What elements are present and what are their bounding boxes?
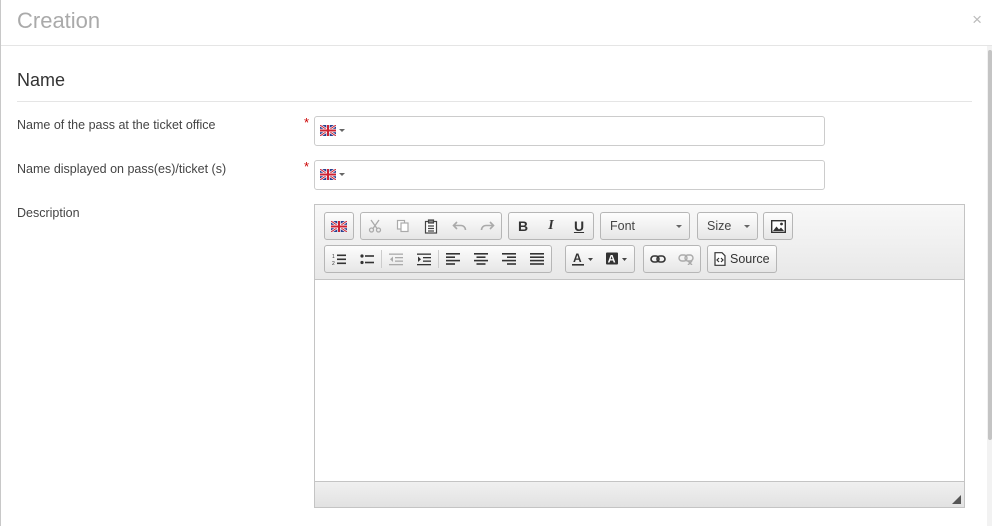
text-color-icon[interactable]: A — [566, 246, 600, 272]
chevron-down-icon — [676, 225, 682, 228]
bold-icon[interactable]: B — [509, 213, 537, 239]
align-center-icon[interactable] — [467, 246, 495, 272]
editor-footer — [315, 481, 964, 507]
indent-icon[interactable] — [410, 246, 438, 272]
image-group — [763, 212, 793, 240]
unlink-icon[interactable] — [672, 246, 700, 272]
cut-icon[interactable] — [361, 213, 389, 239]
chevron-down-icon — [339, 129, 345, 132]
source-button[interactable]: Source — [707, 245, 777, 273]
uk-flag-icon — [331, 220, 347, 232]
displayed-name-label: Name displayed on pass(es)/ticket (s) — [17, 162, 227, 176]
resize-handle-icon[interactable] — [952, 495, 961, 504]
paste-icon[interactable] — [417, 213, 445, 239]
background-color-icon[interactable]: A — [600, 246, 634, 272]
creation-dialog: Creation × Name Name of the pass at the … — [0, 0, 992, 526]
dialog-header: Creation × — [1, 0, 992, 46]
section-title: Name — [17, 70, 66, 90]
clipboard-group — [360, 212, 502, 240]
redo-icon[interactable] — [473, 213, 501, 239]
language-dropdown[interactable] — [320, 125, 345, 136]
required-marker: * — [304, 159, 310, 174]
language-group — [324, 212, 354, 240]
close-icon[interactable]: × — [972, 11, 982, 29]
image-icon[interactable] — [764, 213, 792, 239]
svg-text:1: 1 — [332, 254, 335, 260]
color-group: A A — [565, 245, 635, 273]
required-marker: * — [304, 115, 310, 130]
description-editor: B I U Font Size 12 A A Source — [314, 204, 965, 508]
uk-flag-icon — [320, 169, 336, 180]
size-dropdown-label: Size — [707, 219, 732, 233]
chevron-down-icon — [339, 173, 345, 176]
uk-flag-icon — [320, 125, 336, 136]
ticket-office-name-label: Name of the pass at the ticket office — [17, 118, 216, 132]
language-button[interactable] — [325, 213, 353, 239]
source-label: Source — [730, 252, 770, 266]
displayed-name-input[interactable] — [314, 160, 825, 190]
dialog-title: Creation — [17, 8, 101, 33]
undo-icon[interactable] — [445, 213, 473, 239]
outdent-icon[interactable] — [382, 246, 410, 272]
align-right-icon[interactable] — [495, 246, 523, 272]
font-dropdown[interactable]: Font — [600, 212, 690, 240]
copy-icon[interactable] — [389, 213, 417, 239]
svg-text:2: 2 — [332, 261, 335, 266]
numbered-list-icon[interactable]: 12 — [325, 246, 353, 272]
source-icon — [714, 252, 726, 266]
text-style-group: B I U — [508, 212, 594, 240]
description-editor-content[interactable] — [315, 281, 964, 481]
scrollbar-thumb[interactable] — [988, 50, 992, 440]
bullet-list-icon[interactable] — [353, 246, 381, 272]
italic-icon[interactable]: I — [537, 213, 565, 239]
link-icon[interactable] — [644, 246, 672, 272]
justify-icon[interactable] — [523, 246, 551, 272]
editor-toolbar: B I U Font Size 12 A A Source — [315, 205, 964, 280]
font-dropdown-label: Font — [610, 219, 636, 233]
size-dropdown[interactable]: Size — [697, 212, 758, 240]
ticket-office-name-input[interactable] — [314, 116, 825, 146]
link-group — [643, 245, 701, 273]
section-divider — [17, 101, 972, 102]
underline-icon[interactable]: U — [565, 213, 593, 239]
chevron-down-icon — [744, 225, 750, 228]
language-dropdown[interactable] — [320, 169, 345, 180]
svg-text:A: A — [608, 254, 616, 266]
description-label: Description — [17, 206, 80, 220]
list-indent-group: 12 — [324, 245, 552, 273]
align-left-icon[interactable] — [439, 246, 467, 272]
svg-text:A: A — [573, 252, 582, 265]
